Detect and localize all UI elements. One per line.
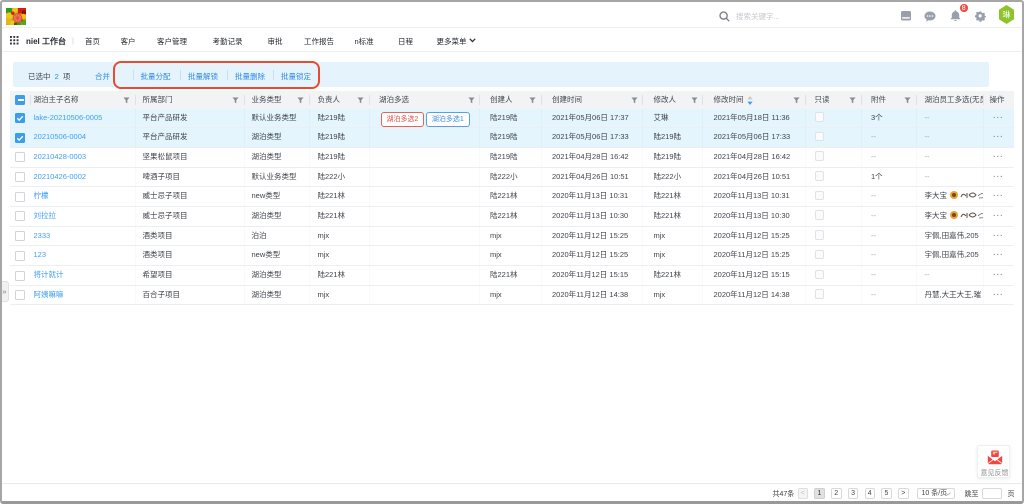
svg-text:琳: 琳 bbox=[1003, 10, 1011, 20]
